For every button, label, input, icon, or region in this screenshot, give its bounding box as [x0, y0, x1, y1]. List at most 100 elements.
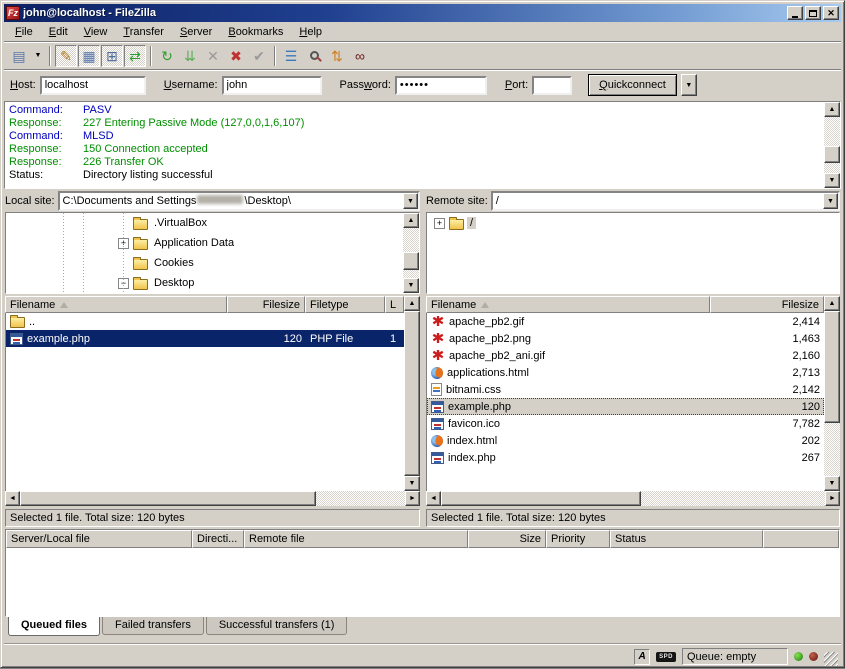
refresh-icon[interactable]: ↻: [156, 45, 178, 67]
expand-icon[interactable]: +: [434, 218, 445, 229]
tab-successful-transfers-1[interactable]: Successful transfers (1): [206, 617, 348, 635]
menu-server[interactable]: Server: [172, 24, 220, 40]
scroll-right-button[interactable]: ►: [405, 491, 420, 506]
remote-file-row[interactable]: bitnami.css2,142: [427, 381, 824, 398]
port-input[interactable]: [532, 76, 572, 95]
scroll-track[interactable]: [441, 491, 825, 506]
menu-view[interactable]: View: [76, 24, 116, 40]
scroll-left-button[interactable]: ◄: [5, 491, 20, 506]
remote-list-hscrollbar[interactable]: ◄ ►: [426, 491, 840, 506]
scroll-thumb[interactable]: [441, 491, 641, 506]
remote-site-dropdown-button[interactable]: ▼: [823, 193, 838, 209]
scroll-track[interactable]: [403, 228, 419, 278]
toggle-remote-tree-icon[interactable]: ⊞: [101, 45, 123, 67]
cancel-icon[interactable]: ✕: [202, 45, 224, 67]
menu-bookmarks[interactable]: Bookmarks: [220, 24, 291, 40]
column-header-filesize[interactable]: Filesize: [710, 296, 824, 313]
column-header-filesize[interactable]: Filesize: [227, 296, 305, 313]
column-header-filetype[interactable]: Filetype: [305, 296, 385, 313]
speed-limit-icon[interactable]: SPD: [656, 652, 676, 662]
local-site-dropdown-button[interactable]: ▼: [403, 193, 418, 209]
tree-item-application-data[interactable]: +Application Data: [6, 233, 419, 253]
site-manager-icon[interactable]: ▤: [8, 45, 30, 67]
remote-file-row[interactable]: favicon.ico7,782: [427, 415, 824, 432]
menu-help[interactable]: Help: [291, 24, 330, 40]
minimize-button[interactable]: [787, 6, 803, 20]
tab-failed-transfers[interactable]: Failed transfers: [102, 617, 204, 635]
disconnect-icon[interactable]: ✖: [225, 45, 247, 67]
close-button[interactable]: ✕: [823, 6, 839, 20]
host-input[interactable]: [40, 76, 146, 95]
toggle-local-tree-icon[interactable]: ▦: [78, 45, 100, 67]
log-vscrollbar[interactable]: ▲ ▼: [824, 102, 840, 188]
queue-column-remote-file[interactable]: Remote file: [244, 530, 468, 548]
scroll-down-button[interactable]: ▼: [824, 173, 840, 188]
scroll-right-button[interactable]: ►: [825, 491, 840, 506]
scroll-up-button[interactable]: ▲: [824, 296, 840, 311]
toggle-queue-icon[interactable]: ⇄: [124, 45, 146, 67]
scroll-thumb[interactable]: [20, 491, 316, 506]
remote-file-row[interactable]: index.php267: [427, 449, 824, 466]
scroll-thumb[interactable]: [824, 146, 840, 163]
remote-list-vscrollbar[interactable]: ▲ ▼: [824, 296, 840, 491]
column-header-filename[interactable]: Filename: [426, 296, 710, 313]
tab-queued-files[interactable]: Queued files: [8, 617, 100, 636]
menu-edit[interactable]: Edit: [41, 24, 76, 40]
scroll-track[interactable]: [20, 491, 405, 506]
remote-file-row[interactable]: applications.html2,713: [427, 364, 824, 381]
tree-item-desktop[interactable]: −Desktop: [6, 273, 419, 293]
queue-column-size[interactable]: Size: [468, 530, 546, 548]
local-list-hscrollbar[interactable]: ◄ ►: [5, 491, 420, 506]
scroll-track[interactable]: [824, 311, 840, 476]
toggle-log-icon[interactable]: ✎: [55, 45, 77, 67]
local-tree-vscrollbar[interactable]: ▲ ▼: [403, 213, 419, 293]
site-manager-dropdown-icon[interactable]: ▼: [31, 45, 45, 67]
remote-file-row[interactable]: ✱apache_pb2.png1,463: [427, 330, 824, 347]
column-header-filename[interactable]: Filename: [5, 296, 227, 313]
maximize-button[interactable]: [805, 6, 821, 20]
queue-column-server-local-file[interactable]: Server/Local file: [6, 530, 192, 548]
scroll-down-button[interactable]: ▼: [824, 476, 840, 491]
menu-transfer[interactable]: Transfer: [115, 24, 172, 40]
quickconnect-dropdown-button[interactable]: ▼: [681, 74, 697, 96]
password-input[interactable]: [395, 76, 487, 95]
queue-column-priority[interactable]: Priority: [546, 530, 610, 548]
column-header-l[interactable]: L: [385, 296, 404, 313]
queue-column-directi[interactable]: Directi...: [192, 530, 244, 548]
scroll-thumb[interactable]: [404, 311, 420, 476]
filter-icon[interactable]: ∞: [349, 45, 371, 67]
process-queue-icon[interactable]: ⇊: [179, 45, 201, 67]
remote-file-row[interactable]: ✱apache_pb2_ani.gif2,160: [427, 347, 824, 364]
reconnect-icon[interactable]: ✔: [248, 45, 270, 67]
scroll-up-button[interactable]: ▲: [403, 213, 419, 228]
scroll-up-button[interactable]: ▲: [824, 102, 840, 117]
menu-file[interactable]: File: [7, 24, 41, 40]
resize-grip[interactable]: [824, 652, 838, 666]
queue-column-status[interactable]: Status: [610, 530, 763, 548]
tree-item-root[interactable]: + /: [427, 213, 839, 233]
local-list-vscrollbar[interactable]: ▲ ▼: [404, 296, 420, 491]
synchronized-browsing-icon[interactable]: ⇅: [326, 45, 348, 67]
local-file-row[interactable]: ..: [6, 313, 404, 330]
find-files-icon[interactable]: [303, 45, 325, 67]
quickconnect-button[interactable]: Quickconnect: [588, 74, 677, 96]
remote-file-row[interactable]: ✱apache_pb2.gif2,414: [427, 313, 824, 330]
username-input[interactable]: [222, 76, 322, 95]
scroll-left-button[interactable]: ◄: [426, 491, 441, 506]
tree-item-virtualbox[interactable]: .VirtualBox: [6, 213, 419, 233]
scroll-thumb[interactable]: [403, 252, 419, 270]
scroll-down-button[interactable]: ▼: [404, 476, 420, 491]
scroll-track[interactable]: [404, 311, 420, 476]
remote-file-row[interactable]: index.html202: [427, 432, 824, 449]
local-file-row[interactable]: example.php120PHP File1: [6, 330, 404, 347]
remote-file-row[interactable]: example.php120: [427, 398, 824, 415]
remote-site-combo[interactable]: / ▼: [491, 191, 840, 211]
scroll-down-button[interactable]: ▼: [403, 278, 419, 293]
scroll-thumb[interactable]: [824, 311, 840, 423]
transfer-type-indicator[interactable]: A: [634, 649, 650, 665]
directory-comparison-icon[interactable]: ☰: [280, 45, 302, 67]
tree-item-cookies[interactable]: Cookies: [6, 253, 419, 273]
scroll-up-button[interactable]: ▲: [404, 296, 420, 311]
local-site-combo[interactable]: C:\Documents and Settings\Desktop\ ▼: [58, 191, 420, 211]
scroll-track[interactable]: [824, 117, 840, 173]
